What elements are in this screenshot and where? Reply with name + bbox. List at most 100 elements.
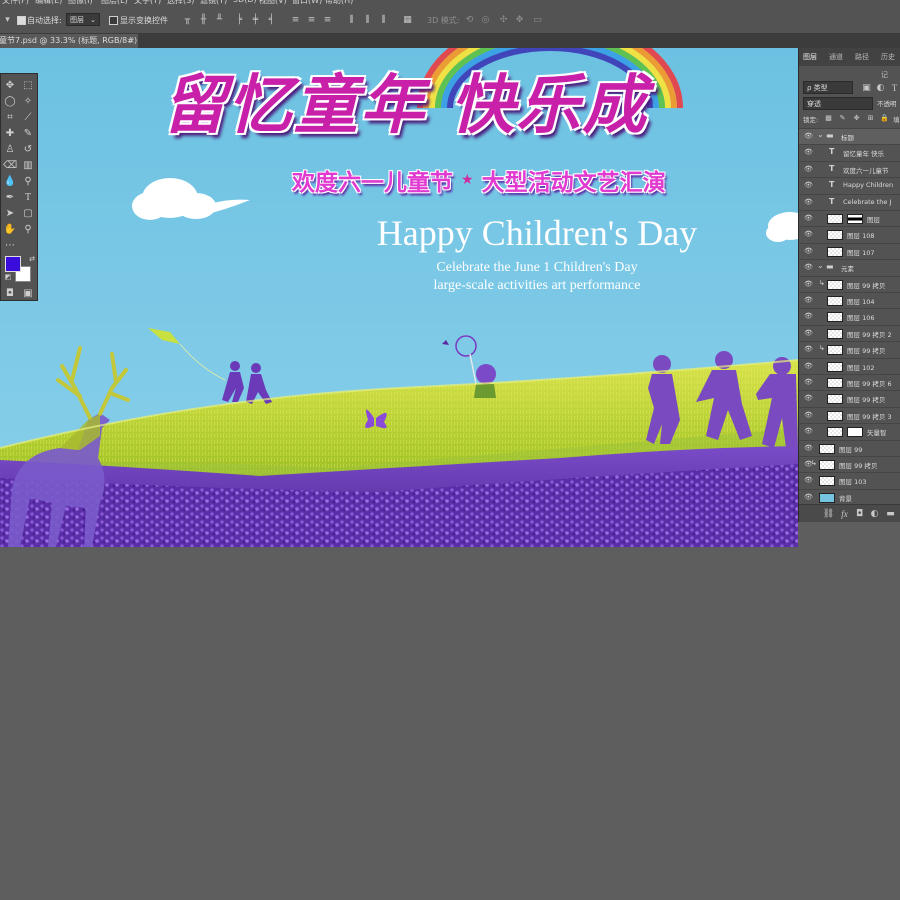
layer-row[interactable]: 👁 T 留忆童年 快乐 — [799, 144, 900, 160]
layer-row[interactable]: 👁 T 欢度六一儿童节 — [799, 160, 900, 177]
visibility-eye-icon[interactable]: 👁 — [804, 263, 813, 271]
visibility-eye-icon[interactable]: 👁 — [804, 411, 813, 419]
tab-paths[interactable]: 路径 — [855, 48, 869, 66]
layer-row[interactable]: 👁 矢量智 — [799, 423, 900, 439]
history-brush-icon[interactable]: ↺ — [21, 142, 35, 156]
distribute-bottom-icon[interactable]: ≡ — [322, 14, 333, 25]
hand-tool-icon[interactable]: ✋ — [3, 222, 17, 236]
blur-tool-icon[interactable]: 💧 — [3, 174, 17, 188]
show-transform-checkbox[interactable] — [109, 16, 118, 25]
visibility-eye-icon[interactable]: 👁 — [804, 198, 813, 206]
visibility-eye-icon[interactable]: 👁 — [804, 394, 813, 402]
auto-select-checkbox[interactable] — [17, 16, 26, 25]
brush-tool-icon[interactable]: ✎ — [21, 126, 35, 140]
healing-brush-icon[interactable]: ✚ — [3, 126, 17, 140]
visibility-eye-icon[interactable]: 👁 — [804, 444, 813, 452]
screen-mode-icon[interactable]: ▣ — [21, 286, 35, 300]
default-colors-icon[interactable]: ◩ — [1, 270, 15, 284]
layer-row[interactable]: 👁 ⌄ ▬ 元素 — [799, 259, 900, 275]
menu-item[interactable]: 3D(D) — [233, 0, 257, 4]
close-tab-icon[interactable]: × — [128, 34, 135, 48]
visibility-eye-icon[interactable]: 👁 — [804, 493, 813, 501]
align-right-icon[interactable]: ╡ — [266, 14, 277, 25]
swap-colors-icon[interactable]: ⇄ — [25, 252, 39, 266]
layer-row[interactable]: 👁 T Celebrate the J — [799, 193, 900, 210]
3d-slide-icon[interactable]: ✥ — [514, 14, 525, 25]
eraser-icon[interactable]: ⌫ — [3, 158, 17, 172]
align-bottom-icon[interactable]: ╨ — [214, 14, 225, 25]
3d-pan-icon[interactable]: ✣ — [498, 14, 509, 25]
layer-row[interactable]: 👁 图层 103 — [799, 472, 900, 488]
visibility-eye-icon[interactable]: 👁 — [804, 345, 813, 353]
align-left-icon[interactable]: ╞ — [234, 14, 245, 25]
marquee-tool-icon[interactable]: ⬚ — [21, 78, 35, 92]
foreground-color-swatch[interactable] — [5, 256, 21, 272]
layer-mask-thumbnail[interactable] — [847, 214, 863, 224]
layer-row[interactable]: 👁 图层 99 — [799, 439, 900, 456]
new-group-icon[interactable]: ▬ — [885, 508, 896, 519]
3d-orbit-icon[interactable]: ⟲ — [464, 14, 475, 25]
distribute-right-icon[interactable]: ⫼ — [378, 14, 389, 25]
3d-scale-icon[interactable]: ▭ — [532, 14, 543, 25]
filter-adjust-icon[interactable]: ◐ — [875, 82, 886, 93]
filter-type-icon[interactable]: T — [889, 82, 900, 93]
visibility-eye-icon[interactable]: 👁 — [804, 296, 813, 304]
distribute-left-icon[interactable]: ⫼ — [346, 14, 357, 25]
auto-align-icon[interactable]: ▦ — [402, 14, 413, 25]
visibility-eye-icon[interactable]: 👁 — [804, 214, 813, 222]
layer-row[interactable]: 👁 图层 102 — [799, 357, 900, 374]
visibility-eye-icon[interactable]: 👁 — [804, 165, 813, 173]
fx-icon[interactable]: fx — [839, 508, 850, 519]
eyedropper-icon[interactable]: ⟋ — [21, 110, 35, 124]
layer-row[interactable]: 👁 ⌄ ▬ 标题 — [799, 128, 900, 144]
align-hcenter-icon[interactable]: ╪ — [250, 14, 261, 25]
3d-roll-icon[interactable]: ◎ — [480, 14, 491, 25]
visibility-eye-icon[interactable]: 👁 — [804, 280, 813, 288]
layer-row[interactable]: 👁 ↳ 图层 99 拷贝 — [799, 456, 900, 472]
tab-channels[interactable]: 通道 — [829, 48, 843, 66]
lock-all-icon[interactable]: 🔒 — [879, 112, 890, 123]
document-tab[interactable]: 儿童节7.psd @ 33.3% (标题, RGB/8#) * × — [0, 34, 138, 48]
layer-row[interactable]: 👁 图层 108 — [799, 226, 900, 242]
visibility-eye-icon[interactable]: 👁 — [804, 181, 813, 189]
visibility-eye-icon[interactable]: 👁 — [804, 148, 813, 156]
layer-row[interactable]: 👁 图层 99 拷贝 — [799, 390, 900, 406]
distribute-hcenter-icon[interactable]: ⫼ — [362, 14, 373, 25]
visibility-eye-icon[interactable]: 👁 — [804, 476, 813, 484]
visibility-eye-icon[interactable]: 👁 — [804, 230, 813, 238]
layer-row[interactable]: 👁 T Happy Children — [799, 177, 900, 193]
visibility-eye-icon[interactable]: 👁 — [804, 378, 813, 386]
path-selection-icon[interactable]: ➤ — [3, 206, 17, 220]
dodge-tool-icon[interactable]: ⚲ — [21, 174, 35, 188]
layer-row[interactable]: 👁 图层 — [799, 210, 900, 226]
align-vcenter-icon[interactable]: ╫ — [198, 14, 209, 25]
layer-row[interactable]: 👁 图层 106 — [799, 308, 900, 324]
gradient-icon[interactable]: ▥ — [21, 158, 35, 172]
pen-tool-icon[interactable]: ✒ — [3, 190, 17, 204]
quick-mask-icon[interactable]: ◘ — [3, 286, 17, 300]
auto-select-dropdown[interactable]: 图层 ⌄ — [66, 13, 100, 26]
layer-row[interactable]: 👁 背景 — [799, 488, 900, 505]
distribute-vcenter-icon[interactable]: ≡ — [306, 14, 317, 25]
lock-position-icon[interactable]: ✥ — [851, 112, 862, 123]
lock-transparent-icon[interactable]: ▩ — [823, 112, 834, 123]
type-tool-icon[interactable]: T — [21, 190, 35, 204]
layer-row[interactable]: 👁 图层 107 — [799, 242, 900, 259]
document-canvas[interactable]: 留忆童年 快乐成 欢度六一儿童节 ★ 大型活动文艺汇演 Happy Childr… — [0, 48, 798, 547]
shape-tool-icon[interactable]: ▢ — [21, 206, 35, 220]
adjustment-layer-icon[interactable]: ◐ — [869, 508, 880, 519]
move-tool-icon[interactable]: ✥ — [3, 78, 17, 92]
visibility-eye-icon[interactable]: 👁 — [804, 427, 813, 435]
layer-row[interactable]: 👁 图层 99 拷贝 2 — [799, 324, 900, 341]
layer-filter-dropdown[interactable]: ρ 类型 — [803, 81, 853, 94]
visibility-eye-icon[interactable]: 👁 — [804, 362, 813, 370]
visibility-eye-icon[interactable]: 👁 — [804, 132, 813, 140]
crop-tool-icon[interactable]: ⌗ — [3, 110, 17, 124]
visibility-eye-icon[interactable]: 👁 — [804, 312, 813, 320]
tab-history[interactable]: 历史记 — [881, 48, 900, 79]
blend-mode-dropdown[interactable]: 穿透 — [803, 97, 873, 110]
group-chevron-icon[interactable]: ⌄ — [817, 130, 824, 139]
layer-row[interactable]: 👁 ↳ 图层 99 拷贝 — [799, 275, 900, 292]
layer-row[interactable]: 👁 图层 104 — [799, 292, 900, 308]
layer-row[interactable]: 👁 图层 99 拷贝 3 — [799, 406, 900, 423]
